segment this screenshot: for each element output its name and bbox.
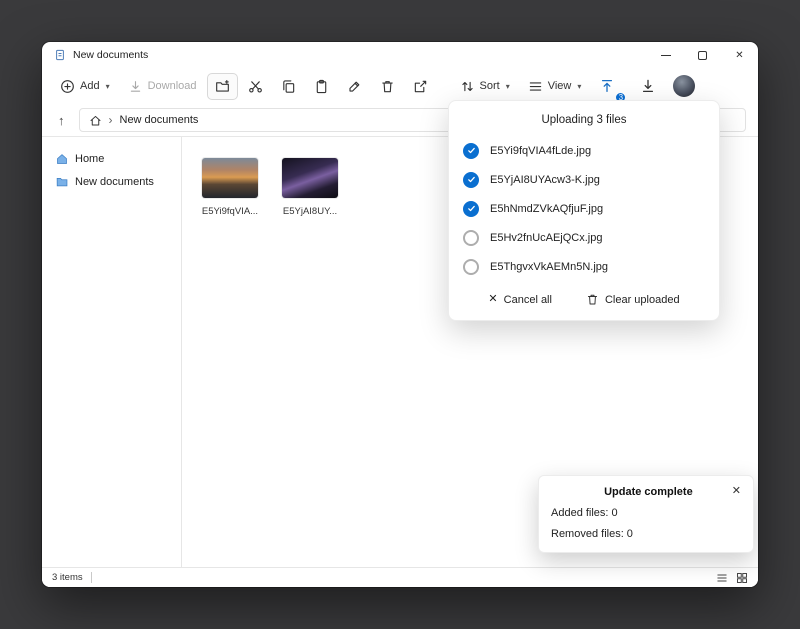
toast-title: Update complete [551, 486, 732, 498]
minimize-icon [661, 55, 671, 56]
file-thumbnail [282, 158, 338, 198]
sort-icon [460, 79, 475, 94]
upload-file-name: E5Yi9fqVIA4fLde.jpg [490, 145, 591, 157]
pending-circle-icon [463, 230, 479, 246]
view-toggle-group [716, 572, 748, 584]
share-icon [413, 79, 428, 94]
minimize-button[interactable] [647, 42, 684, 68]
add-label: Add [80, 80, 100, 92]
up-button[interactable]: ↑ [54, 112, 69, 129]
sidebar-item-label: Home [75, 153, 104, 165]
new-folder-button[interactable] [207, 73, 238, 100]
close-icon: ✕ [488, 294, 497, 305]
folder-icon [56, 176, 68, 188]
caret-down-icon: ▾ [106, 82, 110, 91]
titlebar: New documents ✕ [42, 42, 758, 68]
download-icon [128, 79, 143, 94]
paste-icon [314, 79, 329, 94]
items-count: 3 items [52, 572, 83, 583]
upload-item: E5Yi9fqVIA4fLde.jpg [463, 136, 705, 165]
cancel-all-label: Cancel all [504, 294, 552, 306]
sidebar-item-new-documents[interactable]: New documents [42, 170, 181, 193]
upload-file-name: E5hNmdZVkAQfjuF.jpg [490, 203, 603, 215]
clear-uploaded-label: Clear uploaded [605, 294, 680, 306]
home-icon[interactable] [89, 114, 102, 127]
file-thumbnail [202, 158, 258, 198]
cut-button[interactable] [240, 73, 271, 100]
view-icon [528, 79, 543, 94]
upload-file-name: E5YjAI8UYAcw3-K.jpg [490, 174, 600, 186]
chevron-right-icon: › [109, 114, 113, 126]
upload-item: E5Hv2fnUcAEjQCx.jpg [463, 223, 705, 252]
upload-status-button[interactable]: 3 [591, 72, 623, 100]
view-label: View [548, 80, 572, 92]
toast-removed-files: Removed files: 0 [551, 528, 741, 540]
paste-button[interactable] [306, 73, 337, 100]
file-tile[interactable]: E5YjAI8UY... [274, 153, 346, 222]
maximize-button[interactable] [684, 42, 721, 68]
pending-circle-icon [463, 259, 479, 275]
cancel-all-button[interactable]: ✕ Cancel all [484, 291, 556, 308]
delete-button[interactable] [372, 73, 403, 100]
uploaded-check-icon [463, 172, 479, 188]
copy-icon [281, 79, 296, 94]
file-tile[interactable]: E5Yi9fqVIA... [194, 153, 266, 222]
toast-close-button[interactable]: ✕ [732, 486, 741, 497]
maximize-icon [698, 51, 707, 60]
breadcrumb-current[interactable]: New documents [120, 114, 199, 126]
view-button[interactable]: View ▾ [520, 73, 590, 100]
details-view-icon[interactable] [716, 572, 728, 584]
sidebar-item-label: New documents [75, 176, 154, 188]
upload-file-name: E5Hv2fnUcAEjQCx.jpg [490, 232, 603, 244]
update-toast: Update complete ✕ Added files: 0 Removed… [538, 475, 754, 553]
toast-added-files: Added files: 0 [551, 507, 741, 519]
window-title: New documents [73, 49, 148, 61]
caret-down-icon: ▾ [577, 82, 581, 91]
user-avatar[interactable] [673, 75, 695, 97]
download-button[interactable]: Download [120, 73, 205, 100]
share-button[interactable] [405, 73, 436, 100]
trash-icon [586, 293, 599, 306]
cut-icon [248, 79, 263, 94]
toolbar: Add ▾ Download [42, 68, 758, 104]
file-explorer-window: New documents ✕ Add ▾ Download [42, 42, 758, 587]
uploaded-check-icon [463, 143, 479, 159]
uploaded-check-icon [463, 201, 479, 217]
close-button[interactable]: ✕ [721, 42, 758, 68]
statusbar-divider [91, 572, 92, 583]
download-arrow-icon [640, 78, 656, 94]
clear-uploaded-button[interactable]: Clear uploaded [582, 291, 684, 308]
upload-panel: Uploading 3 files E5Yi9fqVIA4fLde.jpg E5… [448, 100, 720, 321]
download-status-button[interactable] [632, 72, 664, 100]
sort-label: Sort [480, 80, 500, 92]
rename-button[interactable] [339, 73, 370, 100]
grid-view-icon[interactable] [736, 572, 748, 584]
sidebar: Home New documents [42, 137, 182, 567]
file-name: E5YjAI8UY... [283, 206, 337, 217]
upload-item: E5YjAI8UYAcw3-K.jpg [463, 165, 705, 194]
app-icon [54, 49, 66, 61]
toolbar-right-group: 3 [591, 72, 695, 100]
upload-panel-title: Uploading 3 files [463, 114, 705, 126]
upload-item: E5ThgvxVkAEMn5N.jpg [463, 252, 705, 281]
trash-icon [380, 79, 395, 94]
sort-button[interactable]: Sort ▾ [452, 73, 518, 100]
copy-button[interactable] [273, 73, 304, 100]
window-controls: ✕ [647, 42, 758, 68]
upload-file-name: E5ThgvxVkAEMn5N.jpg [490, 261, 608, 273]
home-icon [56, 153, 68, 165]
caret-down-icon: ▾ [506, 82, 510, 91]
toast-header: Update complete ✕ [551, 486, 741, 498]
status-bar: 3 items [42, 567, 758, 587]
add-button[interactable]: Add ▾ [52, 73, 118, 100]
add-icon [60, 79, 75, 94]
upload-panel-actions: ✕ Cancel all Clear uploaded [463, 291, 705, 308]
upload-item: E5hNmdZVkAQfjuF.jpg [463, 194, 705, 223]
file-name: E5Yi9fqVIA... [202, 206, 258, 217]
sidebar-item-home[interactable]: Home [42, 147, 181, 170]
rename-icon [347, 79, 362, 94]
upload-icon [599, 78, 615, 94]
new-folder-icon [215, 79, 230, 94]
download-label: Download [148, 80, 197, 92]
